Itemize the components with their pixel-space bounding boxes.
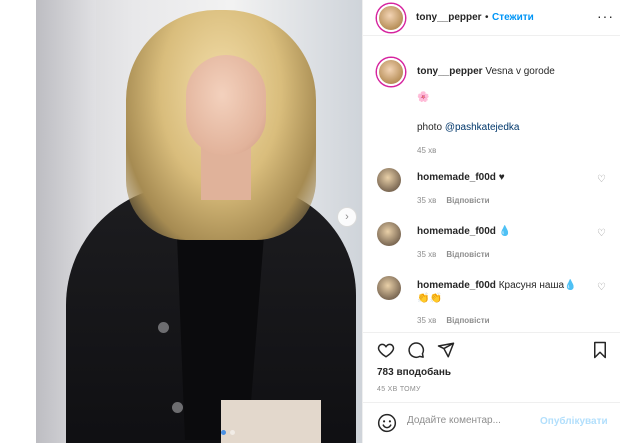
comment-bubble-icon[interactable] [405,339,427,361]
reply-button[interactable]: Відповісти [446,250,489,259]
comment-meta: 35 хв Відповісти [417,196,490,205]
post-side-panel: tony__pepper • Стежити ··· tony__pepper … [362,0,620,443]
comment-meta: 35 хв Відповісти [417,250,490,259]
comments-list[interactable]: tony__pepper Vesna v gorode 🌸 photo @pas… [363,36,620,332]
caption-line: tony__pepper Vesna v gorode [417,66,555,77]
photo-coat-button [172,402,183,413]
follow-button[interactable]: Стежити [492,12,534,23]
caption-timestamp[interactable]: 45 хв [417,146,436,155]
emoji-picker-icon[interactable] [377,413,397,433]
author-username[interactable]: tony__pepper [416,12,482,23]
comment-text-line: homemade_f00d ♥ [417,172,505,183]
commenter-avatar[interactable] [377,168,401,192]
comment-input[interactable] [407,415,537,426]
caption-username[interactable]: tony__pepper [417,66,483,77]
comment-text-second-line: 👏👏 [417,293,442,304]
likes-count[interactable]: 783 вподобань [377,367,451,378]
carousel-dot [230,430,235,435]
carousel-dots [221,430,235,435]
post-timestamp[interactable]: 45 ХВ ТОМУ [377,386,421,393]
like-heart-icon[interactable] [375,339,397,361]
photo-face [186,55,266,155]
comment-username[interactable]: homemade_f00d [417,172,496,183]
comment-like-heart-icon[interactable]: ♡ [597,282,606,293]
post-actions: 783 вподобань 45 ХВ ТОМУ [363,332,620,402]
comment-username[interactable]: homemade_f00d [417,280,496,291]
photo-skirt [221,400,321,443]
comment-item: homemade_f00d ♥ 35 хв Відповісти ♡ [377,168,612,218]
share-paper-plane-icon[interactable] [435,339,457,361]
comment-time[interactable]: 35 хв [417,250,436,259]
likes-label: вподобань [396,367,452,378]
comment-text-line: homemade_f00d Красуня наша💧 [417,280,577,291]
save-bookmark-icon[interactable] [589,339,611,361]
comment-meta: 35 хв Відповісти [417,316,490,325]
caption-emoji: 🌸 [417,92,430,103]
comment-like-heart-icon[interactable]: ♡ [597,228,606,239]
carousel-dot-active [221,430,226,435]
more-options-icon[interactable]: ··· [597,8,614,24]
comment-like-heart-icon[interactable]: ♡ [597,174,606,185]
caption-avatar[interactable] [377,58,405,86]
add-comment-bar: Опублікувати [363,402,620,443]
photo-credit-mention[interactable]: @pashkatejedka [445,122,520,133]
author-avatar[interactable] [377,4,405,32]
comment-time[interactable]: 35 хв [417,316,436,325]
reply-button[interactable]: Відповісти [446,316,489,325]
comment-text: 💧 [498,226,512,237]
publish-comment-button[interactable]: Опублікувати [540,416,608,427]
likes-number: 783 [377,367,394,378]
chevron-right-icon: › [345,211,349,223]
caption-text: Vesna v gorode [485,66,555,77]
photo-credit-prefix: photo [417,122,443,133]
reply-button[interactable]: Відповісти [446,196,489,205]
comment-username[interactable]: homemade_f00d [417,226,496,237]
carousel-next-button[interactable]: › [337,207,357,227]
comment-item: homemade_f00d Красуня наша💧 👏👏 35 хв Відп… [377,276,612,332]
comment-time[interactable]: 35 хв [417,196,436,205]
comment-text: Красуня наша💧 [498,280,577,291]
comment-text: ♥ [498,172,505,183]
photo-credit: photo @pashkatejedka [417,122,519,133]
commenter-avatar[interactable] [377,222,401,246]
post-photo[interactable] [36,0,362,443]
header-separator: • [485,12,489,23]
photo-coat-button [158,322,169,333]
comment-text-line: homemade_f00d 💧 [417,226,511,237]
commenter-avatar[interactable] [377,276,401,300]
comment-item: homemade_f00d 💧 35 хв Відповісти ♡ [377,222,612,272]
post-header: tony__pepper • Стежити ··· [363,0,620,36]
